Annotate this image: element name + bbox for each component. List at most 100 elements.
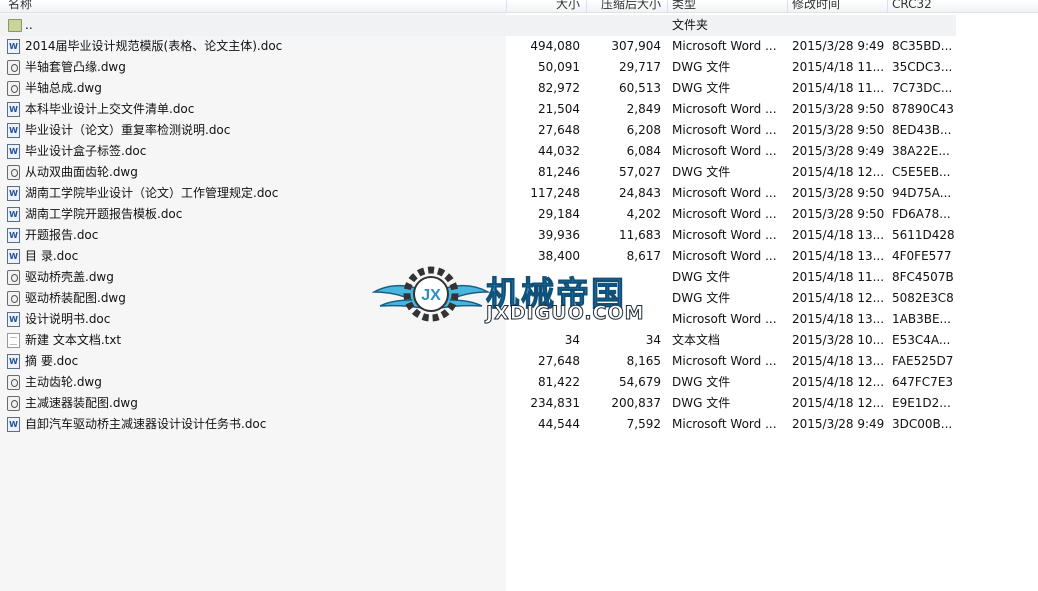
file-size: 29,184 bbox=[538, 207, 580, 221]
file-modified: 2015/4/18 11... bbox=[792, 81, 884, 95]
file-modified: 2015/4/18 12... bbox=[792, 375, 884, 389]
file-type: DWG 文件 bbox=[672, 375, 731, 389]
file-name: 半轴套管凸缘.dwg bbox=[25, 60, 126, 74]
file-size: 44,032 bbox=[538, 144, 580, 158]
file-name: 开题报告.doc bbox=[25, 228, 99, 242]
file-type: DWG 文件 bbox=[672, 396, 731, 410]
file-crc32: FD6A78... bbox=[892, 207, 951, 221]
text-file-icon bbox=[7, 333, 20, 348]
file-row[interactable]: W 摘 要.doc 27,648 8,165 Microsoft Word ... 201… bbox=[0, 351, 1038, 372]
file-size: 21,504 bbox=[538, 102, 580, 116]
file-crc32: C5E5EB... bbox=[892, 165, 951, 179]
word-doc-icon: W bbox=[7, 186, 20, 201]
file-row[interactable]: W 2014届毕业设计规范模版(表格、论文主体).doc 494,080 307,90… bbox=[0, 36, 1038, 57]
file-modified: 2015/3/28 9:50 bbox=[792, 102, 884, 116]
file-modified: 2015/4/18 11... bbox=[792, 270, 884, 284]
file-row[interactable]: W 湖南工学院毕业设计（论文）工作管理规定.doc 117,248 24,843 Mic… bbox=[0, 183, 1038, 204]
file-packed-size: 4,202 bbox=[626, 207, 661, 221]
file-row[interactable]: W 开题报告.doc 39,936 11,683 Microsoft Word ... 2… bbox=[0, 225, 1038, 246]
word-doc-icon: W bbox=[7, 207, 20, 222]
file-row[interactable]: 半轴套管凸缘.dwg 50,091 29,717 DWG 文件 2015/4/18 11… bbox=[0, 57, 1038, 78]
file-packed-size: 8,165 bbox=[626, 354, 661, 368]
file-modified: 2015/3/28 9:50 bbox=[792, 123, 884, 137]
file-crc32: E9E1D2... bbox=[892, 396, 951, 410]
column-header-size[interactable]: 大小 bbox=[506, 0, 586, 12]
file-crc32: 38A22E... bbox=[892, 144, 950, 158]
word-doc-icon: W bbox=[7, 39, 20, 54]
file-crc32: FAE525D7 bbox=[892, 354, 954, 368]
file-packed-size: 7,592 bbox=[626, 417, 661, 431]
column-header-type[interactable]: 类型 bbox=[667, 0, 787, 12]
file-packed-size: 6,084 bbox=[626, 144, 661, 158]
dwg-file-icon bbox=[7, 291, 20, 306]
file-row[interactable]: W 湖南工学院开题报告模板.doc 29,184 4,202 Microsoft Wor… bbox=[0, 204, 1038, 225]
file-crc32: 94D75A... bbox=[892, 186, 952, 200]
dwg-file-icon bbox=[7, 270, 20, 285]
file-modified: 2015/3/28 9:49 bbox=[792, 39, 884, 53]
dwg-file-icon bbox=[7, 60, 20, 75]
file-size: 81,246 bbox=[538, 165, 580, 179]
file-list: .. 文件夹 W 2014届毕业设计规范模版(表格、论文主体).doc 494,08… bbox=[0, 15, 1038, 435]
file-modified: 2015/4/18 12... bbox=[792, 396, 884, 410]
file-row[interactable]: W 本科毕业设计上交文件清单.doc 21,504 2,849 Microsoft Wo… bbox=[0, 99, 1038, 120]
file-name: 主减速器装配图.dwg bbox=[25, 396, 138, 410]
word-doc-icon: W bbox=[7, 123, 20, 138]
file-packed-size: 11,683 bbox=[619, 228, 661, 242]
file-name: 2014届毕业设计规范模版(表格、论文主体).doc bbox=[25, 39, 283, 53]
file-name: 半轴总成.dwg bbox=[25, 81, 102, 95]
word-doc-icon: W bbox=[7, 228, 20, 243]
file-crc32: 4F0FE577 bbox=[892, 249, 952, 263]
file-name: 湖南工学院毕业设计（论文）工作管理规定.doc bbox=[25, 186, 279, 200]
file-type: DWG 文件 bbox=[672, 270, 731, 284]
file-size: 117,248 bbox=[530, 186, 580, 200]
emblem-monogram: JX bbox=[421, 287, 441, 304]
file-type: DWG 文件 bbox=[672, 291, 731, 305]
file-modified: 2015/4/18 13... bbox=[792, 228, 884, 242]
parent-folder-row[interactable]: .. 文件夹 bbox=[0, 15, 956, 36]
column-header-bar: 名称 大小 压缩后大小 类型 修改时间 CRC32 bbox=[0, 0, 1038, 13]
file-modified: 2015/4/18 13... bbox=[792, 249, 884, 263]
watermark-logo: JX 机械帝国 JXDIGUO.COM bbox=[371, 262, 672, 332]
column-header-name[interactable]: 名称 bbox=[0, 0, 506, 12]
file-type: Microsoft Word ... bbox=[672, 102, 777, 116]
file-packed-size: 34 bbox=[645, 333, 661, 347]
file-packed-size: 57,027 bbox=[619, 165, 661, 179]
file-row[interactable]: 新建 文本文档.txt 34 34 文本文档 2015/3/28 10... E53C4A… bbox=[0, 330, 1038, 351]
file-modified: 2015/3/28 9:50 bbox=[792, 207, 884, 221]
file-size: 27,648 bbox=[538, 354, 580, 368]
file-crc32: 5082E3C8 bbox=[892, 291, 954, 305]
file-modified: 2015/3/28 9:49 bbox=[792, 417, 884, 431]
file-row[interactable]: W 自卸汽车驱动桥主减速器设计设计任务书.doc 44,544 7,592 Micros… bbox=[0, 414, 1038, 435]
file-crc32: 8C35BD... bbox=[892, 39, 953, 53]
file-type: DWG 文件 bbox=[672, 165, 731, 179]
file-modified: 2015/3/28 10... bbox=[792, 333, 884, 347]
file-type: Microsoft Word ... bbox=[672, 39, 777, 53]
file-row[interactable]: 主减速器装配图.dwg 234,831 200,837 DWG 文件 2015/4/18… bbox=[0, 393, 1038, 414]
word-doc-icon: W bbox=[7, 354, 20, 369]
file-crc32: 647FC7E3 bbox=[892, 375, 954, 389]
word-doc-icon: W bbox=[7, 417, 20, 432]
watermark-url: JXDIGUO.COM bbox=[486, 302, 645, 325]
file-size: 39,936 bbox=[538, 228, 580, 242]
file-type: 文本文档 bbox=[672, 333, 721, 347]
file-packed-size: 54,679 bbox=[619, 375, 661, 389]
file-crc32: E53C4A... bbox=[892, 333, 951, 347]
file-row[interactable]: 从动双曲面齿轮.dwg 81,246 57,027 DWG 文件 2015/4/18 1… bbox=[0, 162, 1038, 183]
column-header-packed-size[interactable]: 压缩后大小 bbox=[586, 0, 667, 12]
file-crc32: 8ED43B... bbox=[892, 123, 952, 137]
file-type: Microsoft Word ... bbox=[672, 249, 777, 263]
file-type: Microsoft Word ... bbox=[672, 207, 777, 221]
file-row[interactable]: W 毕业设计（论文）重复率检测说明.doc 27,648 6,208 Microsoft… bbox=[0, 120, 1038, 141]
file-type: DWG 文件 bbox=[672, 60, 731, 74]
file-row[interactable]: 半轴总成.dwg 82,972 60,513 DWG 文件 2015/4/18 11..… bbox=[0, 78, 1038, 99]
file-crc32: 5611D428 bbox=[892, 228, 954, 242]
file-row[interactable]: W 毕业设计盒子标签.doc 44,032 6,084 Microsoft Word .… bbox=[0, 141, 1038, 162]
column-header-crc32[interactable]: CRC32 bbox=[887, 0, 1038, 12]
column-header-modified[interactable]: 修改时间 bbox=[787, 0, 887, 12]
file-row[interactable]: 主动齿轮.dwg 81,422 54,679 DWG 文件 2015/4/18 12..… bbox=[0, 372, 1038, 393]
file-size: 50,091 bbox=[538, 60, 580, 74]
file-size: 81,422 bbox=[538, 375, 580, 389]
dwg-file-icon bbox=[7, 375, 20, 390]
dwg-file-icon bbox=[7, 165, 20, 180]
file-packed-size: 200,837 bbox=[611, 396, 661, 410]
